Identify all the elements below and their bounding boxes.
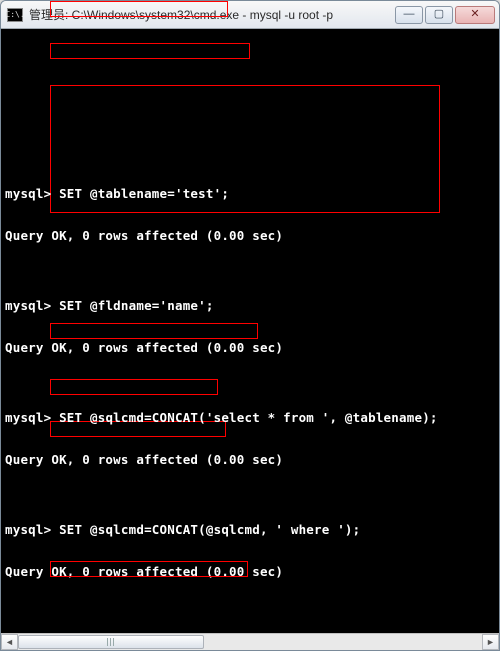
output-line: Query OK, 0 rows affected (0.00 sec): [5, 341, 495, 355]
scroll-right-button[interactable]: ►: [482, 634, 499, 650]
titlebar[interactable]: C:\. 管理员: C:\Windows\system32\cmd.exe - …: [1, 1, 499, 29]
output-line: Query OK, 0 rows affected (0.00 sec): [5, 565, 495, 579]
highlight-box-5: [50, 379, 218, 395]
cmd-window: C:\. 管理员: C:\Windows\system32\cmd.exe - …: [0, 0, 500, 651]
prompt: mysql>: [5, 186, 51, 201]
cmd-line: SET @sqlcmd=CONCAT(@sqlcmd, ' where ');: [51, 522, 360, 537]
prompt: mysql>: [5, 298, 51, 313]
prompt: mysql>: [5, 522, 51, 537]
maximize-button[interactable]: ▢: [425, 6, 453, 24]
output-line: Query OK, 0 rows affected (0.00 sec): [5, 229, 495, 243]
cmd-icon: C:\.: [7, 8, 23, 22]
horizontal-scrollbar[interactable]: ◄ ►: [1, 633, 499, 650]
terminal-output[interactable]: mysql> SET @tablename='test'; Query OK, …: [1, 29, 499, 633]
window-title: 管理员: C:\Windows\system32\cmd.exe - mysql…: [29, 6, 395, 23]
cmd-line: SET @tablename='test';: [51, 186, 229, 201]
output-line: Query OK, 0 rows affected (0.00 sec): [5, 453, 495, 467]
prompt: mysql>: [5, 410, 51, 425]
close-button[interactable]: ✕: [455, 6, 495, 24]
highlight-box-4: [50, 323, 258, 339]
cmd-line: SET @sqlcmd=CONCAT('select * from ', @ta…: [51, 410, 437, 425]
highlight-box-2: [50, 43, 250, 59]
minimize-button[interactable]: —: [395, 6, 423, 24]
window-controls: — ▢ ✕: [395, 6, 495, 24]
scroll-thumb[interactable]: [18, 635, 204, 649]
thumb-grip-icon: [107, 638, 115, 646]
scroll-track[interactable]: [18, 634, 482, 650]
scroll-left-button[interactable]: ◄: [1, 634, 18, 650]
cmd-line: SET @fldname='name';: [51, 298, 213, 313]
